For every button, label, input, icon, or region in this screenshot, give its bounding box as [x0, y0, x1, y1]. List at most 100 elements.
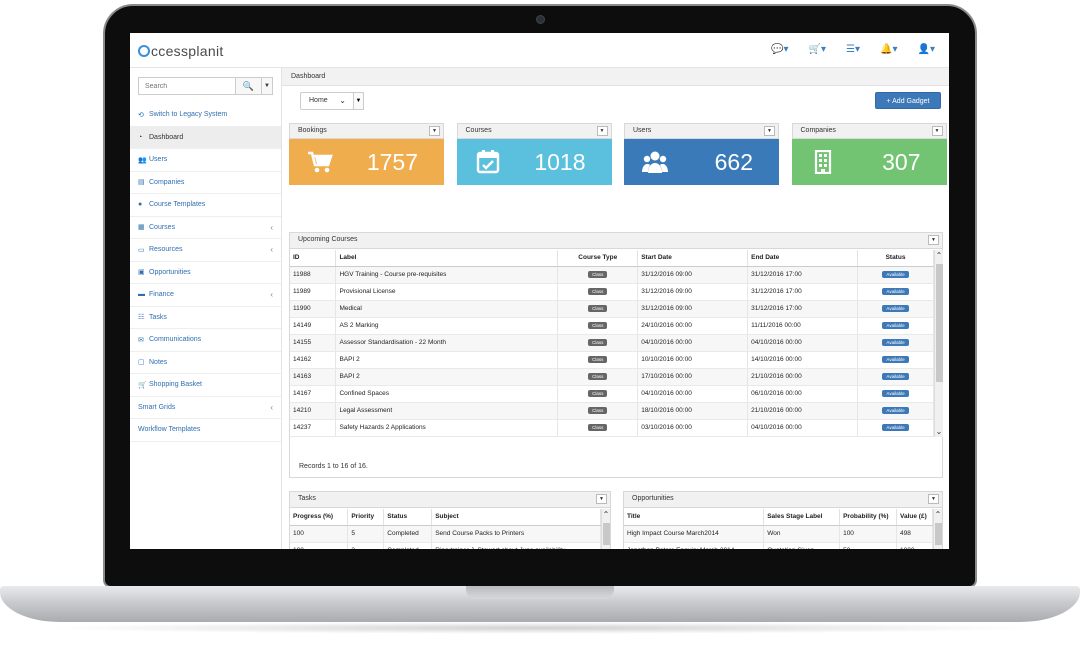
panel-dropdown-button[interactable]: ▼ [928, 235, 939, 245]
panel-header: Tasks ▼ [290, 492, 610, 508]
table-row[interactable]: 14155 Assessor Standardisation - 22 Month… [290, 334, 934, 352]
search-input[interactable] [138, 77, 236, 95]
sidebar-item-workflow-templates[interactable]: Workflow Templates [130, 419, 281, 442]
scrollbar[interactable]: ⌃ [601, 509, 610, 549]
scroll-thumb[interactable] [603, 523, 610, 545]
column-header[interactable]: Value (£) [896, 509, 933, 526]
bell-icon[interactable]: 🔔▾ [880, 44, 897, 55]
table-cell: 17/10/2016 00:00 [637, 368, 749, 386]
table-row[interactable]: Jonathan Peters Enquiry March 2014Quotat… [624, 542, 933, 549]
stat-dropdown-button[interactable]: ▼ [931, 126, 943, 136]
table-row[interactable]: 18809Test CourseClass25/12/2016 09:0027/… [290, 436, 934, 437]
panel-title: Upcoming Courses [298, 236, 358, 243]
table-row[interactable]: High Impact Course March2014 Won 100 498 [624, 525, 933, 543]
table-cell: 21/10/2016 00:00 [747, 402, 859, 420]
dashboard-dropdown-button[interactable]: ▼ [353, 92, 364, 110]
search-dropdown-button[interactable]: ▼ [262, 77, 273, 95]
scroll-thumb[interactable] [936, 264, 943, 382]
user-icon[interactable]: 👤▾ [918, 44, 935, 55]
panel-header: Opportunities ▼ [624, 492, 942, 508]
table-cell: Available [857, 317, 934, 335]
column-header[interactable]: Status [383, 509, 433, 526]
stat-dropdown-button[interactable]: ▼ [764, 126, 775, 136]
column-header[interactable]: Progress (%) [290, 509, 349, 526]
sidebar-item-smart-grids[interactable]: Smart Grids ‹ [130, 397, 281, 419]
table-cell: 04/10/2016 00:00 [747, 334, 859, 352]
search-icon: 🔍 [242, 81, 255, 91]
column-header[interactable]: Start Date [637, 250, 749, 267]
column-header[interactable]: Status [857, 250, 934, 267]
column-header[interactable]: Priority [347, 509, 385, 526]
sidebar-item-courses[interactable]: ▦ Courses ‹ [130, 217, 281, 239]
chat-icon[interactable]: 💬▾ [771, 44, 788, 55]
column-header[interactable]: Probability (%) [839, 509, 898, 526]
sidebar-item-resources[interactable]: ▭ Resources ‹ [130, 239, 281, 262]
sidebar-item-finance[interactable]: ▬ Finance ‹ [130, 284, 281, 307]
stat-dropdown-button[interactable]: ▼ [596, 126, 608, 136]
sidebar-item-course-templates[interactable]: ● Course Templates [130, 194, 281, 217]
table-cell: Quotation Given [763, 542, 841, 549]
column-header[interactable]: End Date [747, 250, 859, 267]
table-cell: 14163 [290, 368, 337, 386]
scroll-thumb[interactable] [935, 523, 942, 545]
sidebar-item-communications[interactable]: ✉ Communications [130, 329, 281, 352]
column-header[interactable]: ID [290, 250, 337, 267]
column-header[interactable]: Course Type [557, 250, 639, 267]
sidebar-item-shopping-basket[interactable]: 🛒 Shopping Basket [130, 374, 281, 397]
panel-dropdown-button[interactable]: ▼ [928, 494, 939, 504]
table-row[interactable]: 100 5 Completed Send Course Packs to Printe… [290, 525, 601, 543]
stat-widget-companies: Companies ▼ 307 [791, 123, 947, 187]
table-cell: Class [557, 419, 639, 437]
scrollbar[interactable]: ⌃ [933, 509, 942, 549]
table-row[interactable]: 1003CompletedRing trainer J. Stewart abo… [290, 542, 601, 549]
sidebar-item-switch-to-legacy-system[interactable]: ⟲ Switch to Legacy System [130, 104, 281, 127]
table-row[interactable]: 14210 Legal Assessment Class 18/10/2016 00:… [290, 402, 934, 420]
column-header[interactable]: Sales Stage Label [763, 509, 841, 526]
table-row[interactable]: 11988 HGV Training - Course pre-requisite… [290, 266, 934, 284]
chevron-left-icon: ‹ [270, 402, 273, 412]
table-row[interactable]: 14167 Confined Spaces Class 04/10/2016 00:0… [290, 385, 934, 403]
sidebar-item-companies[interactable]: ▤ Companies [130, 172, 281, 194]
list-icon[interactable]: ☰▾ [846, 44, 860, 55]
stat-body[interactable]: 662 [624, 139, 779, 185]
table-cell: Class [557, 300, 639, 318]
table-cell: 498 [896, 525, 933, 543]
add-gadget-button[interactable]: + Add Gadget [875, 92, 941, 109]
scroll-up-icon[interactable]: ⌃ [934, 510, 942, 519]
search-button[interactable]: 🔍 [236, 77, 262, 95]
scroll-up-icon[interactable]: ⌃ [935, 251, 943, 260]
sidebar-item-notes[interactable]: ▢ Notes [130, 352, 281, 374]
sidebar-item-dashboard[interactable]: ◔ Dashboard [130, 126, 281, 149]
table-row[interactable]: 14162 BAPI 2 Class 10/10/2016 00:00 14/10/20… [290, 351, 934, 369]
table-row[interactable]: 14163 BAPI 2 Class 17/10/2016 00:00 21/10/20… [290, 368, 934, 386]
column-header[interactable]: Subject [431, 509, 601, 526]
column-header[interactable]: Label [335, 250, 559, 267]
table-cell: 31/12/2016 09:00 [637, 300, 749, 318]
stat-value: 307 [882, 149, 921, 175]
scrollbar[interactable]: ⌃ ⌄ [934, 250, 943, 437]
scroll-down-icon[interactable]: ⌄ [935, 427, 943, 436]
stat-widget-users: Users ▼ 662 [624, 123, 779, 187]
column-header[interactable]: Title [624, 509, 765, 526]
sidebar-item-tasks[interactable]: ☷ Tasks [130, 307, 281, 329]
sidebar-item-opportunities[interactable]: ▣ Opportunities [130, 262, 281, 284]
caret-down-icon: ▼ [355, 98, 362, 104]
status-badge: Class [588, 305, 608, 312]
panel-dropdown-button[interactable]: ▼ [596, 494, 607, 504]
cart-icon[interactable]: 🛒▾ [809, 44, 826, 55]
stat-body[interactable]: 307 [791, 139, 947, 185]
table-row[interactable]: 11989 Provisional License Class 31/12/2016 … [290, 283, 934, 301]
briefcase-icon: ▣ [138, 269, 145, 277]
caret-down-icon: ▼ [432, 128, 437, 134]
scroll-up-icon[interactable]: ⌃ [602, 510, 610, 519]
stat-dropdown-button[interactable]: ▼ [429, 126, 440, 136]
table-row[interactable]: 14149 AS 2 Marking Class 24/10/2016 00:00 11… [290, 317, 934, 335]
stat-body[interactable]: 1018 [456, 139, 612, 185]
table-cell: Medical [335, 300, 559, 318]
sidebar-item-users[interactable]: 👥 Users [130, 149, 281, 172]
stat-body[interactable]: 1757 [289, 139, 444, 185]
dashboard-select[interactable]: Home ⌄ [300, 92, 354, 110]
table-row[interactable]: 11990 Medical Class 31/12/2016 09:00 31/12/2… [290, 300, 934, 318]
logo[interactable]: ccessplanit [138, 43, 224, 59]
table-row[interactable]: 14237 Safety Hazards 2 Applications Class 0… [290, 419, 934, 437]
